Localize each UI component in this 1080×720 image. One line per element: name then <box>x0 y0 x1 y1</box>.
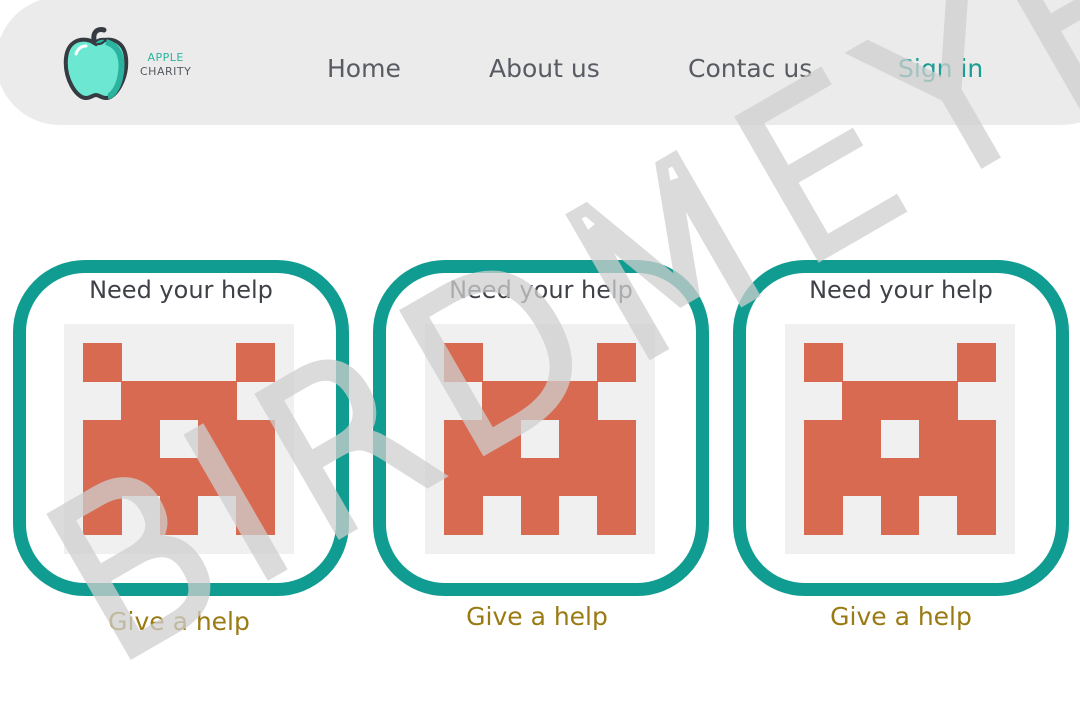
card-heading-2: Need your help <box>449 276 633 304</box>
sign-in-link[interactable]: Sign in <box>898 54 983 83</box>
space-invader-icon <box>804 343 996 535</box>
logo-text: APPLE CHARITY <box>140 51 191 79</box>
card-heading-1: Need your help <box>89 276 273 304</box>
space-invader-icon <box>83 343 275 535</box>
logo-line-1: APPLE <box>147 51 184 64</box>
card-image-2 <box>425 324 655 554</box>
give-help-link-1[interactable]: Give a help <box>11 607 347 636</box>
space-invader-icon <box>444 343 636 535</box>
card-heading-3: Need your help <box>809 276 993 304</box>
give-help-link-3[interactable]: Give a help <box>733 602 1069 631</box>
logo-line-2: CHARITY <box>140 65 192 78</box>
nav-about-link[interactable]: About us <box>489 54 600 83</box>
nav-contact-link[interactable]: Contac us <box>688 54 812 83</box>
nav-home-link[interactable]: Home <box>327 54 401 83</box>
apple-icon <box>63 27 129 101</box>
card-image-3 <box>785 324 1015 554</box>
logo[interactable]: APPLE CHARITY <box>58 26 191 104</box>
give-help-link-2[interactable]: Give a help <box>369 602 705 631</box>
card-image-1 <box>64 324 294 554</box>
